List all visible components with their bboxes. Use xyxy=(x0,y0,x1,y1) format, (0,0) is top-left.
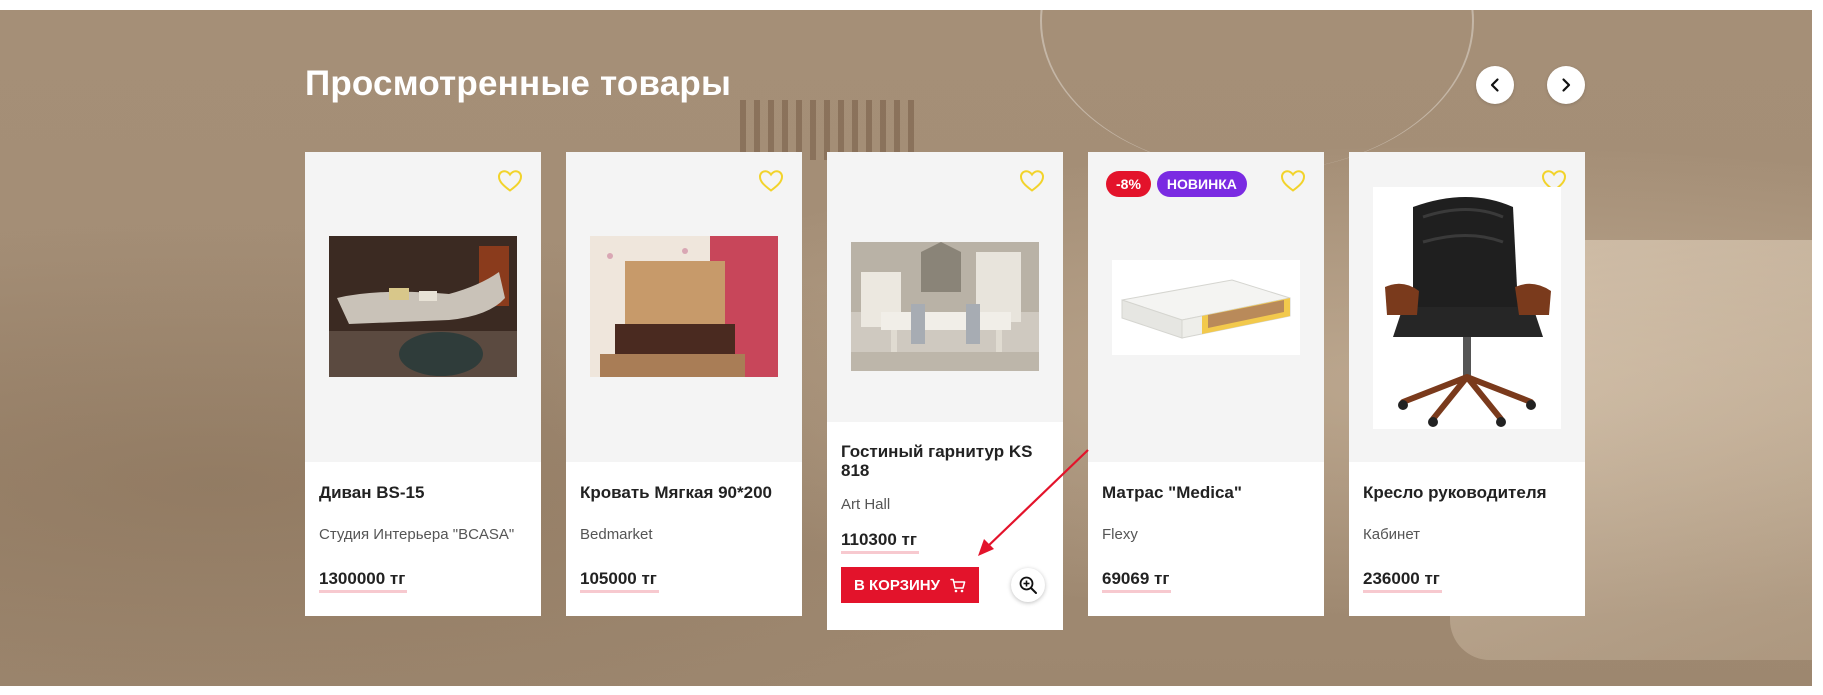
add-to-cart-label: В КОРЗИНУ xyxy=(854,576,940,594)
discount-badge: -8% xyxy=(1106,171,1151,197)
background-shelf xyxy=(740,100,920,160)
product-price: 236000 тг xyxy=(1363,569,1442,593)
quick-view-button[interactable] xyxy=(1011,568,1045,602)
product-price: 69069 тг xyxy=(1102,569,1172,593)
heart-outline-icon[interactable] xyxy=(497,169,523,193)
product-name[interactable]: Диван BS-15 xyxy=(319,483,525,502)
product-price: 105000 тг xyxy=(580,569,659,593)
section-title: Просмотренные товары xyxy=(305,64,732,103)
product-image-area[interactable] xyxy=(827,152,1063,422)
cart-icon xyxy=(950,578,966,592)
product-name[interactable]: Кровать Мягкая 90*200 xyxy=(580,483,786,502)
background-lamp xyxy=(1040,10,1474,172)
heart-outline-icon[interactable] xyxy=(758,169,784,193)
chevron-left-icon xyxy=(1490,78,1499,92)
product-brand: Кабинет xyxy=(1363,526,1421,543)
product-brand: Art Hall xyxy=(841,496,891,513)
heart-outline-icon[interactable] xyxy=(1280,169,1306,193)
product-badges: -8% НОВИНКА xyxy=(1106,171,1247,197)
product-name[interactable]: Матрас "Medica" xyxy=(1102,483,1308,502)
product-card[interactable]: Диван BS-15 Студия Интерьера "BCASA" 130… xyxy=(305,152,541,616)
red-arrow-annotation xyxy=(978,449,1089,556)
product-card[interactable]: Кресло руководителя Кабинет 236000 тг xyxy=(1349,152,1585,616)
carousel-next-button[interactable] xyxy=(1547,66,1585,104)
product-image-area[interactable] xyxy=(566,152,802,462)
product-name[interactable]: Кресло руководителя xyxy=(1363,483,1569,502)
bed-photo xyxy=(590,236,778,377)
mattress-photo xyxy=(1112,260,1300,355)
product-brand: Flexy xyxy=(1102,526,1138,543)
product-brand: Bedmarket xyxy=(580,526,653,543)
product-card[interactable]: -8% НОВИНКА Матрас "Medica" Flexy 69069 … xyxy=(1088,152,1324,616)
new-badge: НОВИНКА xyxy=(1156,171,1247,197)
product-card[interactable]: Кровать Мягкая 90*200 Bedmarket 105000 т… xyxy=(566,152,802,616)
product-price: 110300 тг xyxy=(841,530,919,554)
office-chair-photo xyxy=(1373,187,1561,429)
heart-outline-icon[interactable] xyxy=(1019,169,1045,193)
living-room-set-photo xyxy=(851,242,1039,371)
chevron-right-icon xyxy=(1562,78,1571,92)
product-price: 1300000 тг xyxy=(319,569,408,593)
add-to-cart-button[interactable]: В КОРЗИНУ xyxy=(841,567,979,603)
product-image-area[interactable] xyxy=(1349,152,1585,462)
zoom-in-icon xyxy=(1019,576,1037,594)
product-brand: Студия Интерьера "BCASA" xyxy=(319,526,515,543)
product-image-area[interactable] xyxy=(305,152,541,462)
product-image-area[interactable]: -8% НОВИНКА xyxy=(1088,152,1324,462)
carousel-prev-button[interactable] xyxy=(1476,66,1514,104)
sofa-photo xyxy=(329,236,517,377)
